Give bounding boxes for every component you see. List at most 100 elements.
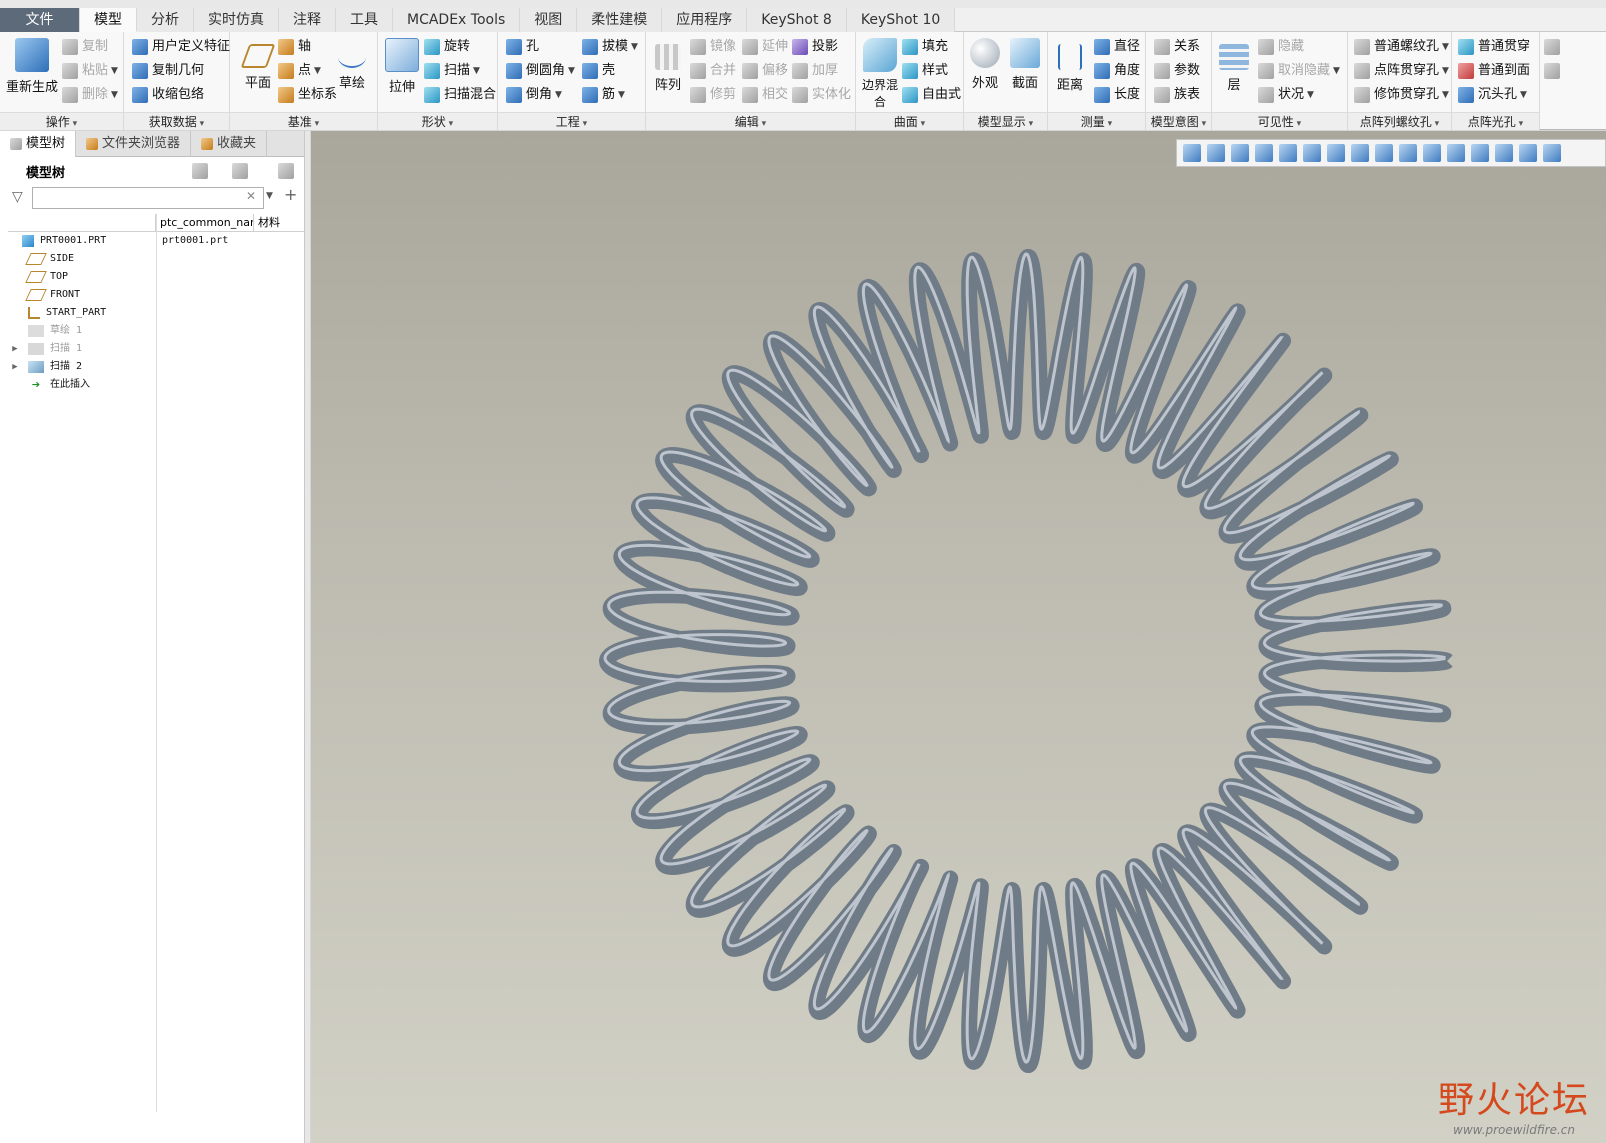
tab-file[interactable]: 文件 [0,8,80,32]
column-name[interactable] [8,214,156,231]
family-table-button[interactable]: 族表 [1154,84,1200,106]
graphics-viewport[interactable]: 野火论坛 www.proewildfire.cn [311,131,1606,1143]
columns-icon[interactable] [278,163,294,179]
tab-simulation[interactable]: 实时仿真 [194,8,279,32]
tab-keyshot10[interactable]: KeyShot 10 [846,8,956,32]
shell-button[interactable]: 壳 [582,60,615,82]
revolve-button[interactable]: 旋转 [424,36,470,58]
group-label-pattern-plain[interactable]: 点阵光孔 [1452,112,1539,130]
layers-button[interactable]: 层 [1212,38,1256,93]
filter-icon[interactable]: ▽ [12,189,23,205]
intersect-button[interactable]: 相交 [742,84,788,106]
angle-button[interactable]: 角度 [1094,60,1140,82]
tab-model-tree[interactable]: 模型树 [0,131,77,157]
unhide-button[interactable]: 取消隐藏 ▼ [1258,60,1340,82]
extend-button[interactable]: 延伸 [742,36,788,58]
pattern-button[interactable]: 阵列 [648,38,688,93]
hole-button[interactable]: 孔 [506,36,539,58]
clear-icon[interactable]: ✕ [246,189,256,203]
parameters-button[interactable]: 参数 [1154,60,1200,82]
expand-icon[interactable]: ▶ [8,358,22,376]
group-label-operation[interactable]: 操作 [0,112,123,130]
regenerate-button[interactable]: 重新生成 [4,38,60,95]
tab-view[interactable]: 视图 [520,8,578,32]
tree-row-insert-here[interactable]: ➔ 在此插入 [28,376,90,394]
boundary-blend-button[interactable]: 边界混合 [858,38,902,110]
tree-row-top[interactable]: TOP [25,268,68,286]
draft-button[interactable]: 拔模 ▼ [582,36,638,58]
project-button[interactable]: 投影 [792,36,838,58]
sweep-button[interactable]: 扫描 ▼ [424,60,480,82]
settings-icon[interactable] [192,163,208,179]
shrinkwrap-button[interactable]: 收缩包络 [132,84,204,106]
chevron-down-icon[interactable]: ▼ [266,191,273,201]
tree-row-part[interactable]: PRT0001.PRT prt0001.prt [8,232,228,250]
section-button[interactable]: 截面 [1004,38,1046,91]
normal-to-face-button[interactable]: 普通到面 [1458,60,1530,82]
offset-button[interactable]: 偏移 [742,60,788,82]
group-label-datum[interactable]: 基准 [230,112,377,130]
group-label-model-intent[interactable]: 模型意图 [1146,112,1211,130]
tree-row-front[interactable]: FRONT [25,286,80,304]
swept-blend-button[interactable]: 扫描混合 [424,84,496,106]
tab-analysis[interactable]: 分析 [137,8,194,32]
toroidal-spring-model[interactable] [311,131,1606,1143]
group-label-get-data[interactable]: 获取数据 [124,112,229,130]
tab-mcadex[interactable]: MCADEx Tools [393,8,521,32]
group-label-measure[interactable]: 测量 [1048,112,1145,130]
tree-row-start-part[interactable]: START_PART [28,304,106,322]
tree-row-sketch[interactable]: 草绘 1 [28,322,82,340]
diameter-button[interactable]: 直径 [1094,36,1140,58]
chamfer-button[interactable]: 倒角 ▼ [506,84,562,106]
appearance-button[interactable]: 外观 [964,38,1006,91]
overflow-item-2[interactable] [1544,60,1564,82]
extrude-button[interactable]: 拉伸 [380,38,424,95]
group-label-editing[interactable]: 编辑 [646,112,855,130]
countersink-button[interactable]: 沉头孔 ▼ [1458,84,1527,106]
tab-flexible-modeling[interactable]: 柔性建模 [577,8,663,32]
merge-button[interactable]: 合并 [690,60,736,82]
normal-through-button[interactable]: 普通贯穿 [1458,36,1530,58]
tab-favorites[interactable]: 收藏夹 [191,131,268,157]
tab-model[interactable]: 模型 [80,8,137,32]
tree-row-sweep-1[interactable]: ▶ 扫描 1 [8,340,82,358]
fill-button[interactable]: 填充 [902,36,948,58]
show-icon[interactable] [232,163,248,179]
column-common-name[interactable]: ptc_common_name [156,214,254,231]
trim-button[interactable]: 修剪 [690,84,736,106]
tab-applications[interactable]: 应用程序 [662,8,748,32]
delete-button[interactable]: 删除 ▼ [62,84,118,106]
overflow-item-1[interactable] [1544,36,1564,58]
axis-button[interactable]: 轴 [278,36,311,58]
group-label-engineering[interactable]: 工程 [498,112,645,130]
normal-thread-hole-button[interactable]: 普通螺纹孔 ▼ [1354,36,1449,58]
group-label-pattern-thread[interactable]: 点阵列螺纹孔 [1348,112,1451,130]
tree-row-sweep-2[interactable]: ▶ 扫描 2 [8,358,82,376]
column-material[interactable]: 材料 [254,214,304,231]
copy-button[interactable]: 复制 [62,36,108,58]
group-label-model-display[interactable]: 模型显示 [964,112,1047,130]
rib-button[interactable]: 筋 ▼ [582,84,625,106]
mirror-button[interactable]: 镜像 [690,36,736,58]
group-label-visibility[interactable]: 可见性 [1212,112,1347,130]
tree-row-side[interactable]: SIDE [25,250,74,268]
thicken-button[interactable]: 加厚 [792,60,838,82]
style-button[interactable]: 样式 [902,60,948,82]
round-button[interactable]: 倒圆角 ▼ [506,60,575,82]
add-icon[interactable]: + [284,185,297,204]
search-input[interactable] [32,187,264,209]
hide-button[interactable]: 隐藏 [1258,36,1304,58]
group-label-shapes[interactable]: 形状 [378,112,497,130]
copy-geometry-button[interactable]: 复制几何 [132,60,204,82]
udf-button[interactable]: 用户定义特征 [132,36,230,58]
tab-annotate[interactable]: 注释 [279,8,336,32]
tab-keyshot8[interactable]: KeyShot 8 [747,8,847,32]
status-button[interactable]: 状况 ▼ [1258,84,1314,106]
solidify-button[interactable]: 实体化 [792,84,851,106]
distance-button[interactable]: 距离 [1048,38,1092,93]
expand-icon[interactable]: ▶ [8,340,22,358]
cosmetic-through-hole-button[interactable]: 修饰贯穿孔 ▼ [1354,84,1449,106]
plane-button[interactable]: 平面 [232,38,284,91]
length-button[interactable]: 长度 [1094,84,1140,106]
tab-tools[interactable]: 工具 [336,8,393,32]
